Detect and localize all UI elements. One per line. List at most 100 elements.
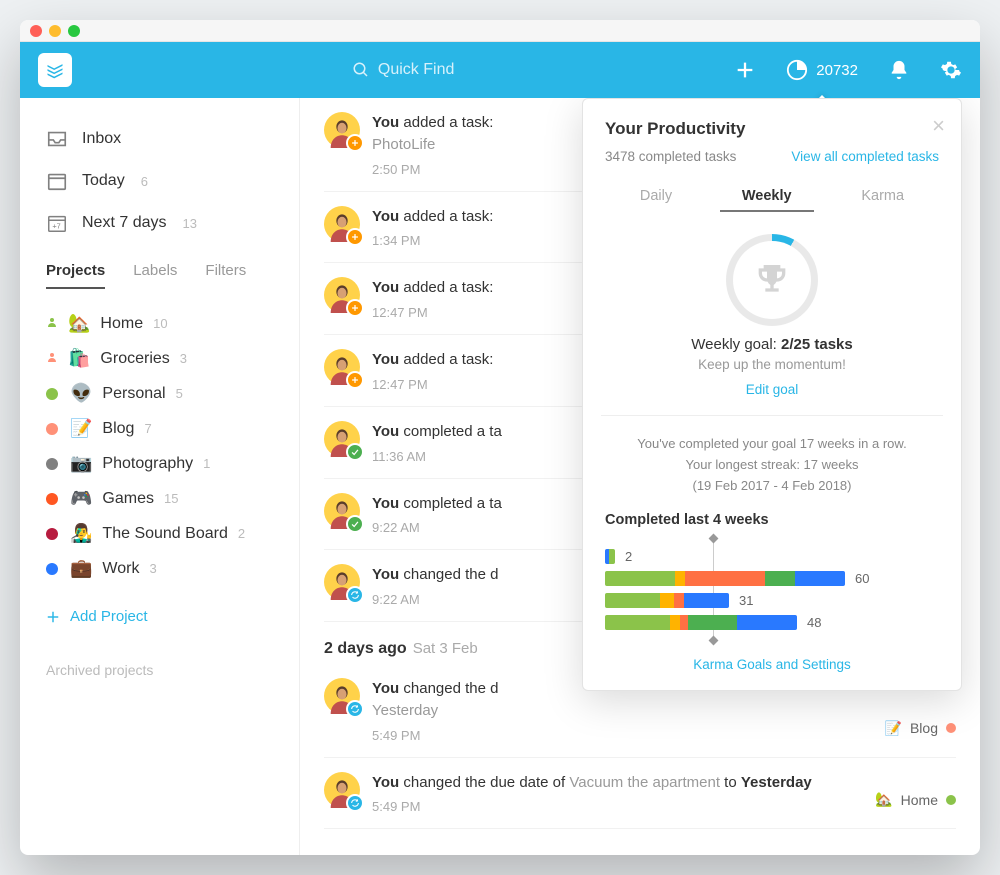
- search-icon: [352, 61, 370, 79]
- productivity-popover: × Your Productivity 3478 completed tasks…: [582, 98, 962, 691]
- activity-project-tag[interactable]: 🏡Home: [875, 791, 956, 814]
- settings-button[interactable]: [940, 59, 962, 81]
- svg-text:+7: +7: [52, 222, 60, 231]
- window-titlebar: [20, 20, 980, 42]
- activity-badge-add-icon: [346, 299, 364, 317]
- user-avatar: [324, 772, 360, 808]
- sidebar: Inbox Today 6 +7 Next 7 days 13 Projects…: [20, 98, 300, 855]
- activity-project-tag[interactable]: 📝Blog: [885, 720, 956, 743]
- sidebar-tabs: Projects Labels Filters: [20, 244, 299, 296]
- project-color-dot: [46, 493, 58, 505]
- sidebar-next7-count: 13: [182, 216, 196, 231]
- tab-labels[interactable]: Labels: [133, 262, 177, 289]
- user-avatar: [324, 564, 360, 600]
- shared-icon: [46, 315, 58, 333]
- karma-settings-link[interactable]: Karma Goals and Settings: [605, 657, 939, 672]
- activity-badge-done-icon: [346, 515, 364, 533]
- project-item[interactable]: 💼Work3: [20, 551, 299, 586]
- calendar-today-icon: [46, 170, 68, 192]
- project-name: Games: [102, 490, 154, 508]
- plus-icon: [46, 610, 60, 624]
- project-name: Groceries: [100, 350, 169, 368]
- user-avatar: [324, 277, 360, 313]
- sidebar-next7days[interactable]: +7 Next 7 days 13: [20, 202, 299, 244]
- project-emoji: 🏡: [68, 313, 90, 334]
- project-name: The Sound Board: [102, 525, 227, 543]
- activity-text: You changed the due date of Vacuum the a…: [372, 772, 863, 794]
- project-count: 3: [149, 561, 156, 576]
- sidebar-today-label: Today: [82, 172, 125, 190]
- project-name: Photography: [102, 455, 193, 473]
- weekly-goal-text: Weekly goal: 2/25 tasks: [605, 336, 939, 353]
- project-emoji: 🛍️: [68, 348, 90, 369]
- activity-time: 5:49 PM: [372, 799, 863, 814]
- tab-weekly[interactable]: Weekly: [720, 182, 814, 212]
- project-item[interactable]: 📝Blog7: [20, 411, 299, 446]
- tab-karma[interactable]: Karma: [839, 182, 926, 212]
- user-avatar: [324, 349, 360, 385]
- chart-bar-row: 31: [605, 593, 939, 608]
- window-zoom-button[interactable]: [68, 25, 80, 37]
- project-count: 7: [144, 421, 151, 436]
- project-color-dot: [46, 458, 58, 470]
- project-item[interactable]: 🎮 Games 15: [20, 481, 299, 516]
- add-task-button[interactable]: [734, 59, 756, 81]
- search-area[interactable]: Quick Find: [72, 61, 734, 79]
- tab-filters[interactable]: Filters: [205, 262, 246, 289]
- project-color-dot: [46, 388, 58, 400]
- activity-badge-add-icon: [346, 228, 364, 246]
- edit-goal-link[interactable]: Edit goal: [605, 382, 939, 397]
- window-minimize-button[interactable]: [49, 25, 61, 37]
- sidebar-today[interactable]: Today 6: [20, 160, 299, 202]
- activity-time: 5:49 PM: [372, 728, 873, 743]
- tab-daily[interactable]: Daily: [618, 182, 694, 212]
- notifications-button[interactable]: [888, 59, 910, 81]
- add-project-label: Add Project: [70, 608, 148, 625]
- chart-bar-value: 48: [807, 615, 829, 630]
- activity-badge-sync-icon: [346, 700, 364, 718]
- chart-bar-value: 60: [855, 571, 877, 586]
- project-item[interactable]: 👽Personal5: [20, 376, 299, 411]
- trophy-progress: [605, 234, 939, 326]
- project-count: 1: [203, 456, 210, 471]
- archived-projects[interactable]: Archived projects: [20, 637, 299, 703]
- project-name: Work: [102, 560, 139, 578]
- project-count: 15: [164, 491, 178, 506]
- project-emoji: 🎮: [70, 488, 92, 509]
- activity-badge-add-icon: [346, 134, 364, 152]
- project-item[interactable]: 👨‍🎤The Sound Board2: [20, 516, 299, 551]
- project-item[interactable]: 🛍️Groceries3: [20, 341, 299, 376]
- sidebar-inbox[interactable]: Inbox: [20, 118, 299, 160]
- weekly-bar-chart: 2603148: [605, 538, 939, 641]
- user-avatar: [324, 206, 360, 242]
- sidebar-inbox-label: Inbox: [82, 130, 121, 148]
- momentum-text: Keep up the momentum!: [605, 357, 939, 372]
- chart-bar-value: 31: [739, 593, 761, 608]
- project-name: Blog: [102, 420, 134, 438]
- project-name: Personal: [102, 385, 165, 403]
- completed-count: 3478 completed tasks: [605, 149, 736, 164]
- project-count: 10: [153, 316, 167, 331]
- karma-icon: [786, 59, 808, 81]
- tab-projects[interactable]: Projects: [46, 262, 105, 289]
- project-item[interactable]: 🏡Home10: [20, 306, 299, 341]
- productivity-button[interactable]: 20732: [786, 59, 858, 81]
- project-item[interactable]: 📷 Photography 1: [20, 446, 299, 481]
- window-close-button[interactable]: [30, 25, 42, 37]
- project-count: 2: [238, 526, 245, 541]
- karma-points: 20732: [816, 62, 858, 79]
- app-logo[interactable]: [38, 53, 72, 87]
- view-all-completed-link[interactable]: View all completed tasks: [791, 149, 939, 164]
- project-emoji: 📷: [70, 453, 92, 474]
- chart-bar: [605, 549, 615, 564]
- main-content: You added a task:PhotoLife 2:50 PM You a…: [300, 98, 980, 855]
- trophy-icon: [752, 260, 792, 300]
- activity-badge-sync-icon: [346, 794, 364, 812]
- project-color-dot: [46, 563, 58, 575]
- popover-tabs: Daily Weekly Karma: [605, 182, 939, 212]
- add-project-button[interactable]: Add Project: [20, 596, 299, 637]
- activity-badge-sync-icon: [346, 586, 364, 604]
- chart-bar: [605, 615, 797, 630]
- close-popover-button[interactable]: ×: [932, 115, 945, 137]
- chart-bar-row: 60: [605, 571, 939, 586]
